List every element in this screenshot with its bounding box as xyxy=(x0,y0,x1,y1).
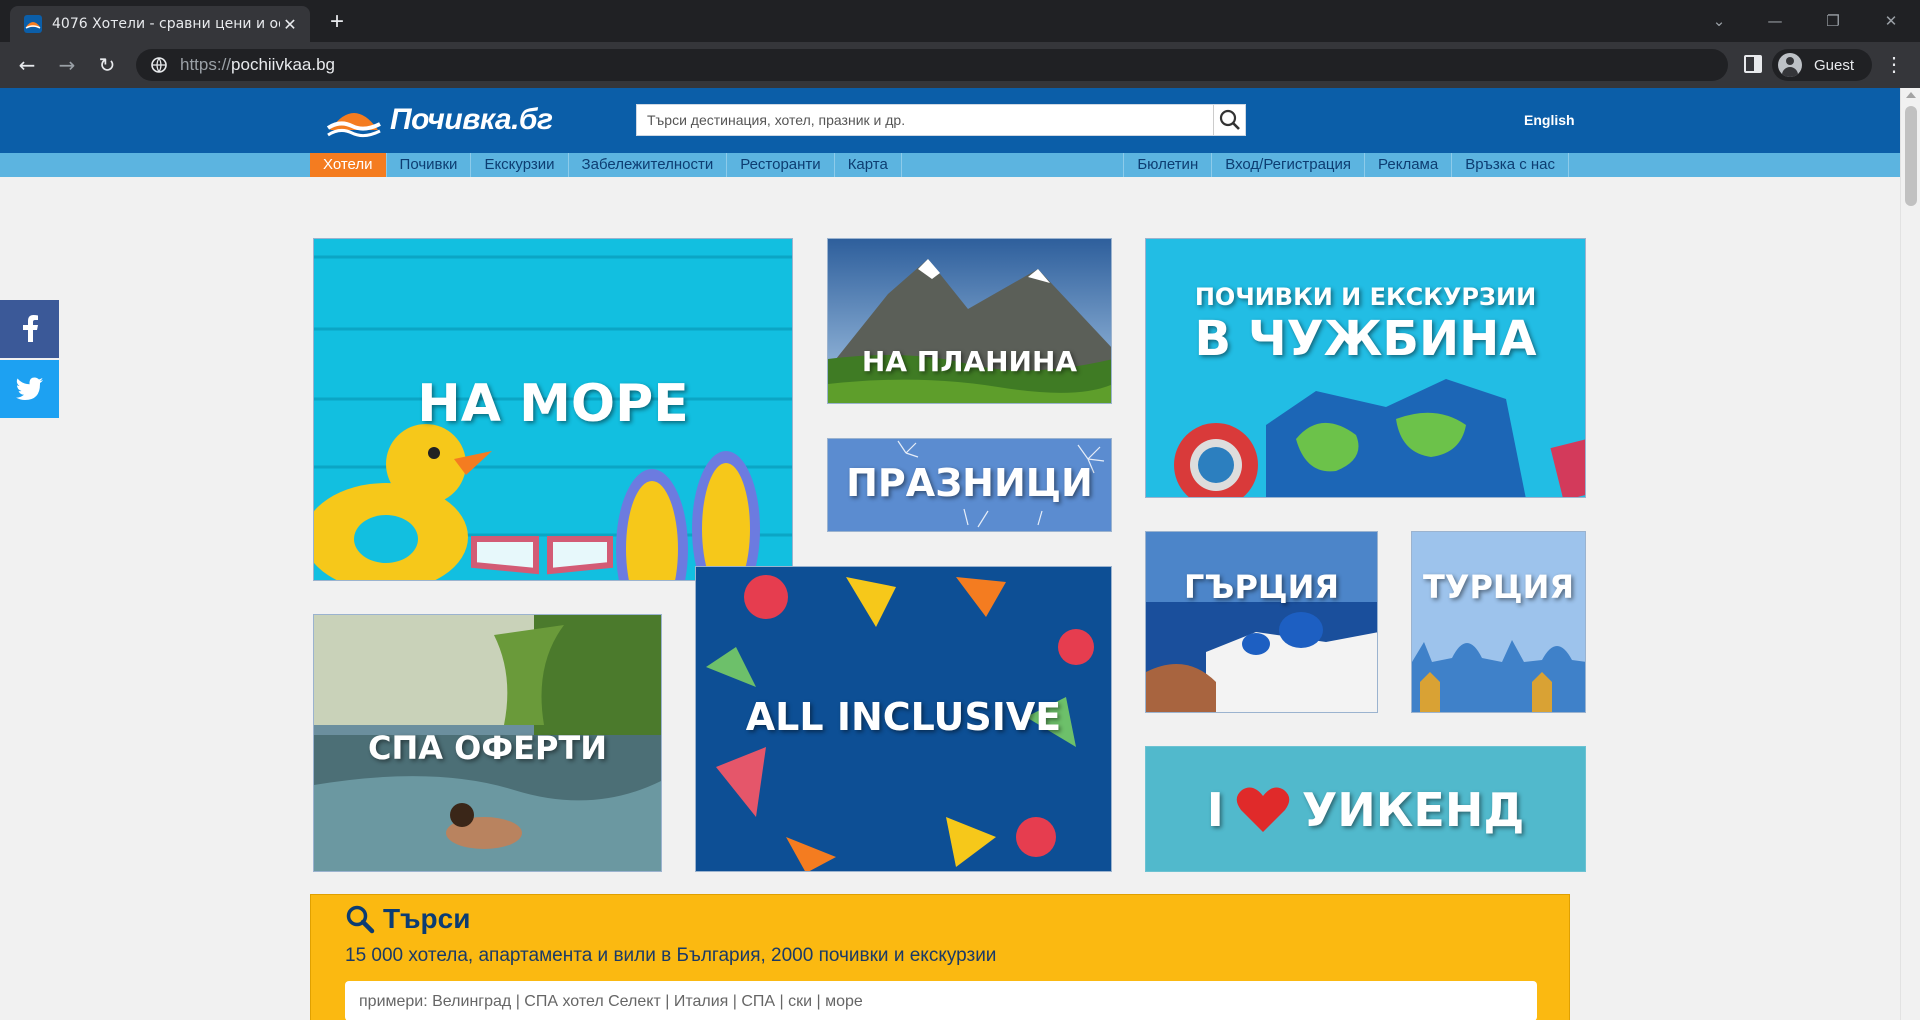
turkey-illustration xyxy=(1412,532,1585,712)
nav-item-restaurants[interactable]: Ресторанти xyxy=(727,153,835,177)
profile-button[interactable]: Guest xyxy=(1772,49,1872,81)
nav-item-excursions[interactable]: Екскурзии xyxy=(471,153,569,177)
tile-holidays-label: ПРАЗНИЦИ xyxy=(846,461,1093,505)
promo-title: Търси xyxy=(345,903,470,935)
tile-greece-label: ГЪРЦИЯ xyxy=(1183,568,1339,606)
nav-item-advertising[interactable]: Реклама xyxy=(1365,153,1453,177)
tab-title: 4076 Хотели - сравни цени и оферти xyxy=(52,16,280,32)
profile-label: Guest xyxy=(1814,56,1855,74)
twitter-share-button[interactable] xyxy=(0,360,59,418)
menu-icon[interactable]: ⋮ xyxy=(1882,50,1906,80)
browser-tabbar: 4076 Хотели - сравни цени и оферти ✕ + ⌄… xyxy=(0,0,1920,42)
reload-icon[interactable]: ↻ xyxy=(92,50,122,80)
nav-item-login[interactable]: Вход/Регистрация xyxy=(1212,153,1366,177)
tile-turkey-label: ТУРЦИЯ xyxy=(1422,568,1575,606)
tile-abroad-line2: В ЧУЖБИНА xyxy=(1194,311,1537,367)
tab-search-icon[interactable]: ⌄ xyxy=(1704,6,1734,36)
promo-title-text: Търси xyxy=(383,903,471,934)
tile-mountain-label: НА ПЛАНИНА xyxy=(861,345,1078,378)
site-favicon-icon xyxy=(24,15,42,33)
tile-weekend-word: УИКЕНД xyxy=(1301,783,1525,837)
logo-sun-icon xyxy=(326,113,381,138)
url-text: https://pochiivkaa.bg xyxy=(180,55,335,74)
new-tab-button[interactable]: + xyxy=(322,8,352,38)
site-search-input[interactable] xyxy=(637,105,1211,135)
tile-greece[interactable]: ГЪРЦИЯ xyxy=(1145,531,1378,713)
address-bar[interactable]: https://pochiivkaa.bg xyxy=(136,49,1728,81)
language-link[interactable]: English xyxy=(1524,112,1575,128)
promo-search: Търси 15 000 хотела, апартамента и вили … xyxy=(310,894,1570,1020)
close-tab-icon[interactable]: ✕ xyxy=(280,15,300,34)
site-header: Почивка.бг English xyxy=(0,88,1900,153)
mountain-illustration xyxy=(828,239,1111,403)
facebook-icon xyxy=(22,315,38,342)
tile-spa-label: СПА ОФЕРТИ xyxy=(367,729,608,767)
tile-spa[interactable]: СПА ОФЕРТИ xyxy=(313,614,662,872)
tile-turkey[interactable]: ТУРЦИЯ xyxy=(1411,531,1586,713)
search-icon xyxy=(346,905,375,934)
main-nav: Хотели Почивки Екскурзии Забележителност… xyxy=(0,153,1900,177)
page-scrollbar[interactable] xyxy=(1900,88,1920,1020)
logo-text: Почивка.бг xyxy=(390,103,553,136)
tile-sea[interactable]: НА МОРЕ xyxy=(313,238,793,581)
tile-allinclusive-label: ALL INCLUSIVE xyxy=(745,695,1062,739)
nav-item-map[interactable]: Карта xyxy=(835,153,902,177)
greece-illustration xyxy=(1146,532,1377,712)
close-window-icon[interactable]: ✕ xyxy=(1876,6,1906,36)
back-icon[interactable]: ← xyxy=(12,50,42,80)
tile-mountain[interactable]: НА ПЛАНИНА xyxy=(827,238,1112,404)
nav-item-vacations[interactable]: Почивки xyxy=(387,153,472,177)
tile-abroad-line1: ПОЧИВКИ И ЕКСКУРЗИИ xyxy=(1194,283,1537,311)
tile-sea-label: НА МОРЕ xyxy=(417,374,689,434)
tile-weekend[interactable]: I УИКЕНД xyxy=(1145,746,1586,872)
site-info-icon[interactable] xyxy=(150,56,168,74)
site-logo[interactable]: Почивка.бг xyxy=(326,100,553,140)
site-search xyxy=(636,104,1246,136)
tile-abroad[interactable]: ПОЧИВКИ И ЕКСКУРЗИИ В ЧУЖБИНА xyxy=(1145,238,1586,498)
heart-icon xyxy=(1236,787,1290,832)
nav-item-hotels[interactable]: Хотели xyxy=(310,153,387,177)
tile-weekend-label: I УИКЕНД xyxy=(1146,783,1585,837)
tile-weekend-i: I xyxy=(1206,783,1224,837)
avatar xyxy=(1778,53,1802,77)
nav-item-contact[interactable]: Връзка с нас xyxy=(1452,153,1569,177)
forward-icon[interactable]: → xyxy=(52,50,82,80)
nav-item-landmarks[interactable]: Забележителности xyxy=(569,153,728,177)
twitter-icon xyxy=(15,377,43,400)
page: Почивка.бг English Хотели Почивки Екскур… xyxy=(0,88,1900,1020)
promo-subtitle: 15 000 хотела, апартамента и вили в Бълг… xyxy=(345,945,997,966)
browser-tab[interactable]: 4076 Хотели - сравни цени и оферти ✕ xyxy=(10,6,310,42)
tile-holidays[interactable]: ПРАЗНИЦИ xyxy=(827,438,1112,532)
minimize-icon[interactable]: — xyxy=(1760,6,1790,36)
tile-allinclusive[interactable]: ALL INCLUSIVE xyxy=(695,566,1112,872)
side-panel-icon[interactable] xyxy=(1744,55,1762,73)
scroll-up-arrow-icon[interactable] xyxy=(1906,92,1916,98)
browser-toolbar: ← → ↻ https://pochiivkaa.bg Guest ⋮ xyxy=(0,42,1920,88)
site-search-button[interactable] xyxy=(1213,105,1245,135)
search-icon xyxy=(1219,109,1240,130)
nav-item-newsletter[interactable]: Бюлетин xyxy=(1123,153,1213,177)
promo-search-input[interactable]: примери: Велинград | СПА хотел Селект | … xyxy=(345,981,1537,1020)
restore-icon[interactable]: ❐ xyxy=(1818,6,1848,36)
facebook-share-button[interactable] xyxy=(0,300,59,358)
travel-map-illustration xyxy=(1146,239,1585,497)
scroll-thumb[interactable] xyxy=(1905,106,1917,206)
